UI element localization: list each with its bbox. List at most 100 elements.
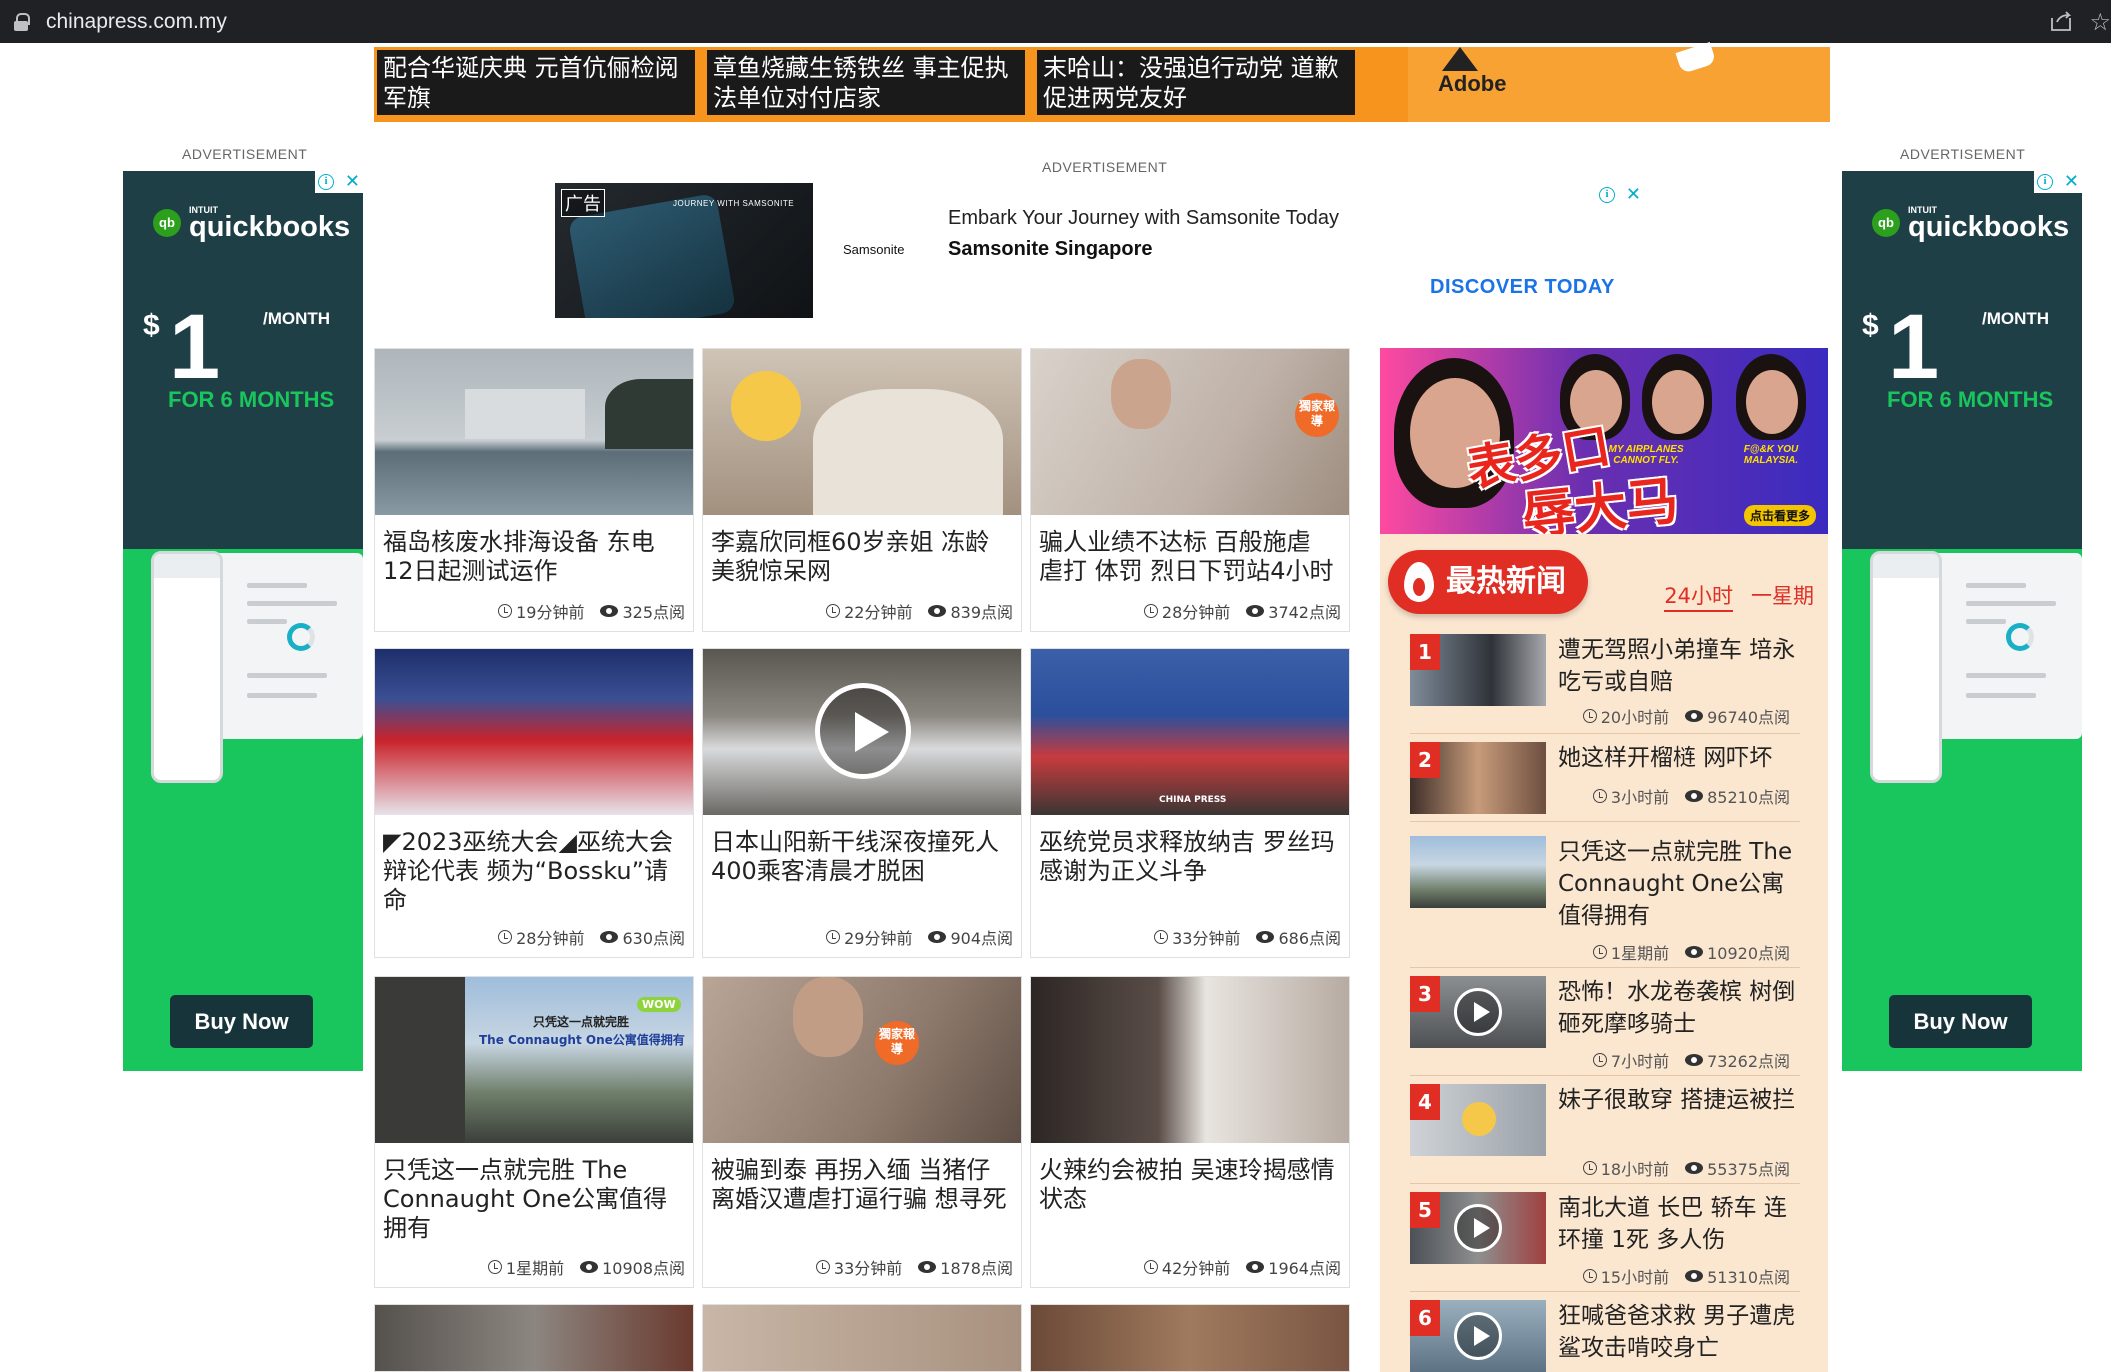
card-meta: 19分钟前 325点阅 xyxy=(498,599,685,623)
clock-icon xyxy=(1143,604,1158,618)
news-card[interactable]: 火辣约会被拍 吴速玲揭感情状态 42分钟前 1964点阅 xyxy=(1030,976,1350,1288)
news-thumbnail: CHINA PRESS xyxy=(1031,649,1349,815)
adobe-label: Adobe xyxy=(1438,71,1507,96)
advertisement-label: ADVERTISEMENT xyxy=(1042,159,1168,175)
news-card[interactable]: 獨家報導 骗人业绩不达标 百般施虐 虐打 体罚 烈日下罚站4小时 28分钟前 3… xyxy=(1030,348,1350,632)
news-card[interactable]: 日本山阳新干线深夜撞死人 400乘客清晨才脱困 29分钟前 904点阅 xyxy=(702,648,1022,958)
card-title: 巫统党员求释放纳吉 罗丝玛感谢为正义斗争 xyxy=(1039,828,1335,885)
ui-bar xyxy=(247,693,317,698)
buy-now-button[interactable]: Buy Now xyxy=(1889,995,2032,1048)
samsonite-advertiser[interactable]: Samsonite Singapore xyxy=(948,238,1153,261)
info-icon[interactable]: i xyxy=(2037,174,2053,190)
news-card[interactable]: 獨家報導 被骗到泰 再拐入缅 当猪仔 离婚汉遭虐打逼行骗 想寻死 33分钟前 1… xyxy=(702,976,1022,1288)
eye-icon xyxy=(1256,931,1275,943)
news-card[interactable]: 李嘉欣同框60岁亲姐 冻龄美貌惊呆网 22分钟前 839点阅 xyxy=(702,348,1022,632)
ticker-item[interactable]: 配合华诞庆典 元首伉俪检阅军旗 xyxy=(374,47,698,118)
hot-news-meta: 18小时前 55375点阅 xyxy=(1582,1156,1790,1180)
hot-news-item[interactable]: 2 她这样开榴梿 网吓坏 3小时前 85210点阅 xyxy=(1410,742,1800,822)
ui-bar xyxy=(1966,693,2036,698)
close-icon[interactable]: ✕ xyxy=(345,172,360,192)
eye-icon xyxy=(1685,1270,1704,1282)
thumb-shape xyxy=(813,389,1003,515)
play-icon[interactable] xyxy=(1454,988,1502,1036)
ad-choices[interactable]: i ✕ xyxy=(2034,171,2082,193)
hot-news-item[interactable]: 3 恐怖！水龙卷袭槟 树倒砸死摩哆骑士 7小时前 73262点阅 xyxy=(1410,976,1800,1076)
info-icon[interactable]: i xyxy=(1599,187,1615,203)
tab-24h[interactable]: 24小时 xyxy=(1664,584,1733,612)
eye-icon xyxy=(928,605,947,617)
close-icon[interactable]: ✕ xyxy=(2064,172,2079,192)
ad-graphic xyxy=(1675,41,1717,75)
watermark: CHINA PRESS xyxy=(1159,795,1227,805)
share-icon[interactable] xyxy=(2049,10,2073,32)
news-card[interactable] xyxy=(1030,1304,1350,1372)
hot-news-title: 她这样开榴梿 网吓坏 xyxy=(1558,745,1773,771)
clock-icon xyxy=(1582,1269,1597,1283)
eye-icon xyxy=(1685,946,1704,958)
play-icon[interactable] xyxy=(815,683,911,779)
ticker-item[interactable]: 章鱼烧藏生锈铁丝 事主促执法单位对付店家 xyxy=(704,47,1028,118)
exclusive-badge: 獨家報導 xyxy=(875,1021,919,1065)
tab-week[interactable]: 一星期 xyxy=(1751,584,1814,608)
card-meta: 22分钟前 839点阅 xyxy=(826,599,1013,623)
info-icon[interactable]: i xyxy=(318,174,334,190)
phone-header xyxy=(154,554,220,578)
news-thumbnail xyxy=(703,1305,1021,1371)
eye-icon xyxy=(1685,1054,1704,1066)
hot-news-item[interactable]: 5 南北大道 长巴 轿车 连环撞 1死 多人伤 15小时前 51310点阅 xyxy=(1410,1192,1800,1292)
samsonite-logo[interactable]: Samsonite xyxy=(843,242,904,257)
phone-header xyxy=(1873,554,1939,578)
news-card[interactable]: CHINA PRESS 巫统党员求释放纳吉 罗丝玛感谢为正义斗争 33分钟前 6… xyxy=(1030,648,1350,958)
hot-news-title: 南北大道 长巴 轿车 连环撞 1死 多人伤 xyxy=(1558,1195,1787,1253)
news-card[interactable]: 只凭这一点就完胜 The Connaught One公寓值得拥有 WOW 只凭这… xyxy=(374,976,694,1288)
ticker-item[interactable]: 末哈山：没强迫行动党 道歉促进两党友好 xyxy=(1034,47,1358,118)
quickbooks-ad-left[interactable]: i ✕ qb INTUIT quickbooks $ 1 /MONTH FOR … xyxy=(123,171,363,1071)
discover-today-link[interactable]: DISCOVER TODAY xyxy=(1430,276,1615,299)
samsonite-ad-image[interactable]: 广告 JOURNEY WITH SAMSONITE xyxy=(555,183,813,318)
ad-choices[interactable]: i ✕ xyxy=(1596,184,1644,206)
view-more-button[interactable]: 点击看更多 xyxy=(1743,505,1816,526)
news-card[interactable] xyxy=(702,1304,1022,1372)
news-card[interactable] xyxy=(374,1304,694,1372)
sidebar-video-banner[interactable]: 表多口 辱大马 MY AIRPLANES CANNOT FLY. F@&K YO… xyxy=(1380,348,1828,534)
address-url[interactable]: chinapress.com.my xyxy=(46,10,227,34)
exclusive-badge: 獨家報導 xyxy=(1295,393,1339,437)
hot-news-title: 妹子很敢穿 搭捷运被拦 xyxy=(1558,1087,1796,1113)
news-card[interactable]: ◤2023巫统大会◢巫统大会辩论代表 频为“Bossku”请命 28分钟前 63… xyxy=(374,648,694,958)
banner-caption: MY AIRPLANES CANNOT FLY. xyxy=(1608,444,1684,466)
hot-news-title: 狂喊爸爸求救 男子遭虎鲨攻击啃咬身亡 xyxy=(1558,1303,1796,1361)
thumb-shape xyxy=(793,977,863,1057)
rank-badge: 3 xyxy=(1410,976,1440,1012)
play-icon[interactable] xyxy=(1454,1312,1502,1360)
buy-now-button[interactable]: Buy Now xyxy=(170,995,313,1048)
hot-news-item[interactable]: 6 狂喊爸爸求救 男子遭虎鲨攻击啃咬身亡 xyxy=(1410,1300,1800,1372)
hot-news-item[interactable]: 只凭这一点就完胜 The Connaught One公寓值得拥有 1星期前 109… xyxy=(1410,836,1800,968)
close-icon[interactable]: ✕ xyxy=(1626,185,1641,205)
card-title: 骗人业绩不达标 百般施虐 虐打 体罚 烈日下罚站4小时 xyxy=(1039,528,1334,585)
hot-news-meta: 20小时前 96740点阅 xyxy=(1582,704,1790,728)
hot-news-item[interactable]: 4 妹子很敢穿 搭捷运被拦 18小时前 55375点阅 xyxy=(1410,1084,1800,1184)
eye-icon xyxy=(918,1261,937,1273)
samsonite-headline[interactable]: Embark Your Journey with Samsonite Today xyxy=(948,207,1339,230)
hot-news-panel: 最热新闻 24小时 一星期 1 遭无驾照小弟撞车 培永吃亏或自赔 20小时前 967… xyxy=(1380,534,1828,1372)
play-icon[interactable] xyxy=(1454,1204,1502,1252)
eye-icon xyxy=(600,605,619,617)
eye-icon xyxy=(1246,605,1265,617)
hot-news-tabs: 24小时 一星期 xyxy=(1646,580,1814,612)
hot-news-meta: 1星期前 10920点阅 xyxy=(1592,940,1790,964)
hot-news-item[interactable]: 1 遭无驾照小弟撞车 培永吃亏或自赔 20小时前 96740点阅 xyxy=(1410,634,1800,734)
hot-news-meta: 7小时前 73262点阅 xyxy=(1592,1048,1790,1072)
quickbooks-ad-right[interactable]: i ✕ qb INTUIT quickbooks $ 1 /MONTH FOR … xyxy=(1842,171,2082,1071)
wow-badge: WOW xyxy=(637,997,681,1012)
news-thumbnail: 只凭这一点就完胜 The Connaught One公寓值得拥有 WOW xyxy=(375,977,693,1143)
thumb-shape xyxy=(1746,370,1798,434)
bookmark-star-icon[interactable]: ☆ xyxy=(2089,8,2111,36)
emoji-face-icon xyxy=(731,371,801,441)
news-card[interactable]: 福岛核废水排海设备 东电12日起测试运作 19分钟前 325点阅 xyxy=(374,348,694,632)
emoji-face-icon xyxy=(1462,1102,1496,1136)
ad-choices[interactable]: i ✕ xyxy=(315,171,363,193)
adobe-ad[interactable]: Adobe xyxy=(1408,41,1830,122)
lock-icon xyxy=(14,12,30,31)
card-meta: 33分钟前 1878点阅 xyxy=(815,1255,1013,1279)
card-meta: 29分钟前 904点阅 xyxy=(826,925,1013,949)
